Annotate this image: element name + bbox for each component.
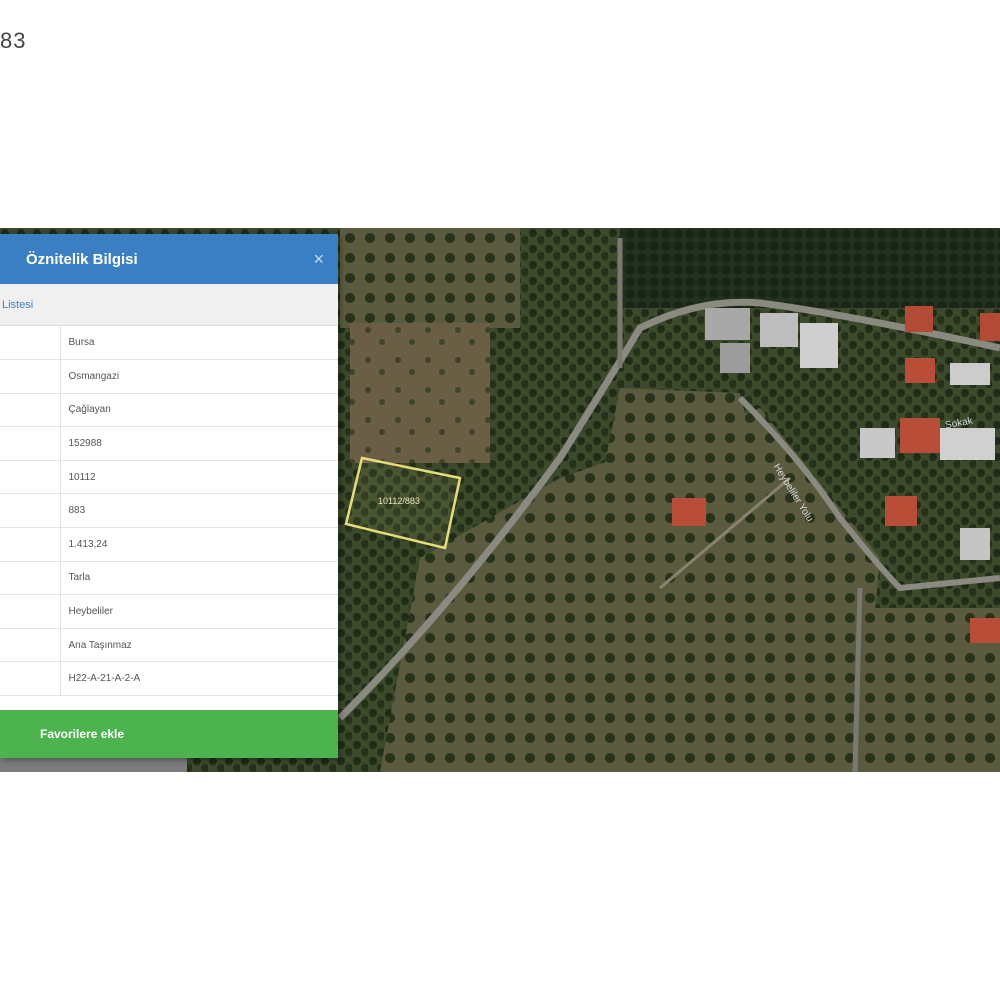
attribute-info-panel: Öznitelik Bilgisi × Listesi Bursa Osmang… — [0, 234, 338, 758]
attribute-key-cell — [0, 594, 61, 629]
attribute-key-cell — [0, 628, 61, 663]
attribute-value-id: 152988 — [60, 426, 338, 461]
table-row: 883 — [0, 493, 338, 529]
table-row: Osmangazi — [0, 359, 338, 394]
attribute-value-district: Osmangazi — [60, 359, 338, 394]
table-row: Ana Taşınmaz — [0, 628, 338, 663]
panel-title: Öznitelik Bilgisi — [26, 250, 138, 268]
attribute-key-cell — [0, 426, 61, 461]
attribute-value-parcel: 883 — [60, 493, 338, 529]
table-row: 152988 — [0, 426, 338, 461]
panel-shadow — [0, 758, 187, 772]
panel-header: Öznitelik Bilgisi × — [0, 234, 338, 284]
attribute-key-cell — [0, 561, 61, 596]
add-to-favorites-button[interactable]: Favorilere ekle — [0, 710, 338, 758]
table-row: 10112 — [0, 460, 338, 495]
attribute-key-cell — [0, 661, 61, 697]
table-row: 1.413,24 — [0, 527, 338, 562]
attribute-key-cell — [0, 493, 61, 529]
attribute-value-area: 1.413,24 — [60, 527, 338, 562]
table-row: Heybeliler — [0, 594, 338, 629]
attribute-key-cell — [0, 527, 61, 562]
attribute-key-cell — [0, 326, 61, 361]
attribute-value-block: 10112 — [60, 460, 338, 495]
attribute-value-status: Ana Taşınmaz — [60, 628, 338, 663]
parcel-number-label: 10112/883 — [378, 496, 420, 506]
attribute-key-cell — [0, 393, 61, 428]
attribute-value-province: Bursa — [60, 326, 338, 361]
panel-subheader: Listesi — [0, 284, 338, 326]
attribute-value-sheet: H22-A-21-A-2-A — [60, 661, 338, 697]
attribute-table: Bursa Osmangazi Çağlayan 152988 10112 88… — [0, 326, 338, 697]
attribute-value-quality: Tarla — [60, 561, 338, 596]
attribute-key-cell — [0, 460, 61, 495]
attribute-value-locality: Heybeliler — [60, 594, 338, 629]
attribute-key-cell — [0, 359, 61, 394]
panel-subtitle[interactable]: Listesi — [2, 299, 33, 311]
table-row: Tarla — [0, 561, 338, 596]
table-row: Bursa — [0, 326, 338, 361]
close-icon[interactable]: × — [313, 249, 324, 270]
header-fragment-text: 83 — [0, 28, 27, 53]
table-row: H22-A-21-A-2-A — [0, 661, 338, 697]
table-row: Çağlayan — [0, 393, 338, 428]
attribute-value-neighborhood: Çağlayan — [60, 393, 338, 428]
